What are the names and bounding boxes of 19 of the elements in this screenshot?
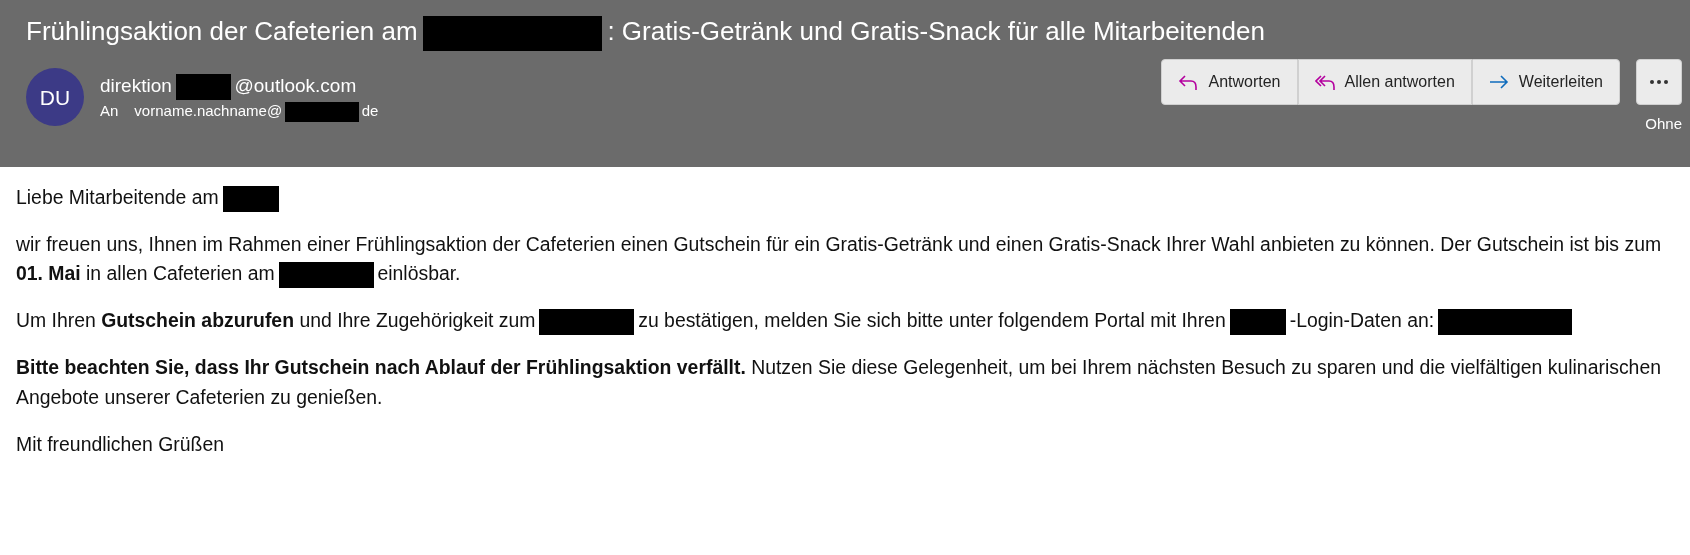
more-actions-button[interactable] xyxy=(1636,59,1682,105)
recipient-address: vorname.nachname@ de xyxy=(134,100,379,123)
avatar: DU xyxy=(26,68,84,127)
paragraph: Bitte beachten Sie, dass Ihr Gutschein nach Ablauf der Frühlingsaktion verfällt. Nutzen Sie diese Gelegenheit, um bei Ihrem nächsten Besuch zu sparen und die vielfältigen kulinarischen Angebote unserer Cafeterien zu genießen. xyxy=(16,355,1662,410)
action-button[interactable]: Allen antworten xyxy=(1297,59,1472,105)
sender-address: direktion @outlook.com xyxy=(100,71,379,101)
paragraph: Liebe Mitarbeitende am xyxy=(16,183,1674,213)
paragraph: Mit freundlichen Grüßen xyxy=(16,431,225,457)
email-subject: Frühlingsaktion der Cafeterien am : Gratis-Getränk und Gratis-Snack für alle Mitarbeitenden xyxy=(26,12,1682,51)
paragraph: Um Ihren Gutschein abzurufen und Ihre Zugehörigkeit zum zu bestätigen, melden Sie sich bitte unter folgendem Portal mit Ihren -Login-Daten an: xyxy=(16,306,1674,336)
recipient-label: An xyxy=(100,101,119,122)
reply-arrow-icon xyxy=(1178,73,1199,91)
category-label: Ohne xyxy=(1645,114,1682,134)
forward-arrow-icon xyxy=(1488,73,1509,91)
paragraph: wir freuen uns, Ihnen im Rahmen einer Frühlingsaktion der Cafeterien einen Gutschein für ein Gratis-Getränk und einen Gratis-Snack Ihrer Wahl anbieten zu können. Der Gutschein ist bis zum 01. Mai in allen Cafeterien am einlösbar. xyxy=(16,230,1674,289)
reply-all-arrow-icon xyxy=(1314,73,1335,91)
action-button[interactable]: Antworten xyxy=(1161,59,1298,105)
more-icon xyxy=(1649,79,1669,85)
action-button[interactable]: Weiterleiten xyxy=(1471,59,1620,105)
